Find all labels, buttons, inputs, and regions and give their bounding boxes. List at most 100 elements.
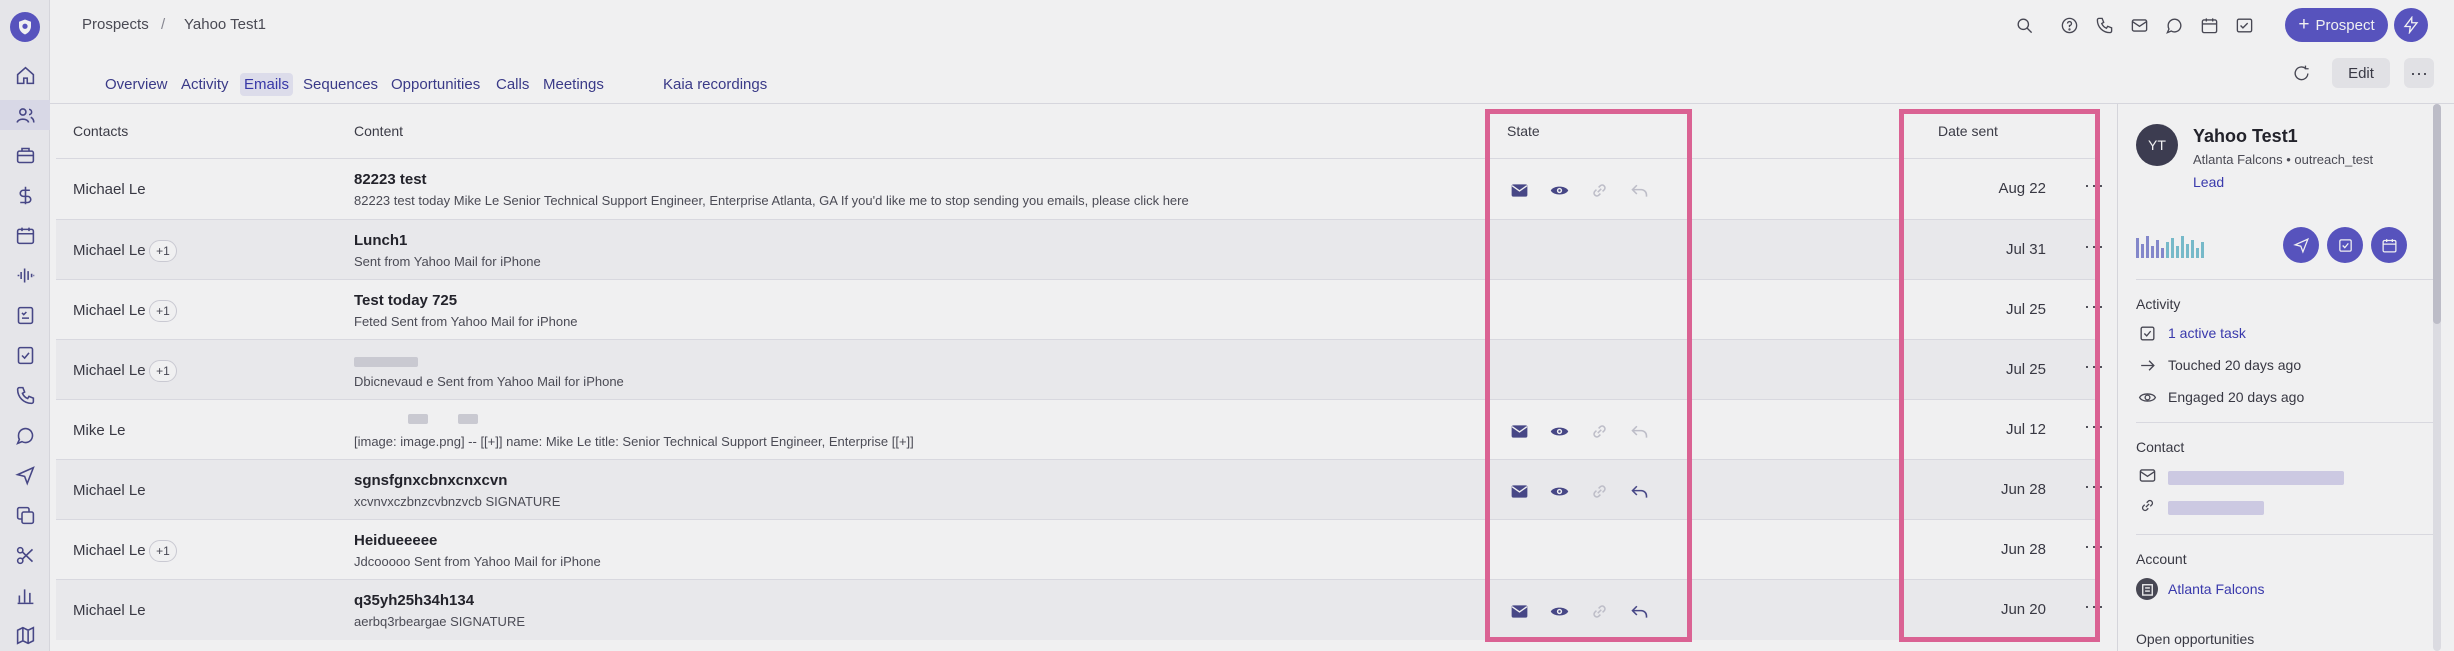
- prospect-side-panel: YT Yahoo Test1 Atlanta Falcons • outreac…: [2117, 104, 2454, 651]
- app-logo-icon[interactable]: [10, 12, 40, 42]
- row-snippet: Feted Sent from Yahoo Mail for iPhone: [354, 314, 578, 329]
- more-options-button[interactable]: ···: [2404, 58, 2434, 88]
- send-icon[interactable]: [12, 462, 38, 488]
- row-snippet: aerbq3rbeargae SIGNATURE: [354, 614, 526, 629]
- breadcrumb-prospects[interactable]: Prospects: [82, 16, 149, 33]
- section-divider: [2136, 279, 2436, 280]
- active-task-link[interactable]: 1 active task: [2168, 325, 2246, 341]
- add-prospect-button[interactable]: + Prospect: [2285, 8, 2388, 42]
- tab-opportunities[interactable]: Opportunities: [391, 76, 480, 93]
- chat-top-icon[interactable]: [2162, 13, 2186, 37]
- help-icon[interactable]: [2057, 13, 2081, 37]
- row-snippet: xcvnvxczbnzcvbnzvcb SIGNATURE: [354, 494, 561, 509]
- row-subject[interactable]: q35yh25h34h134: [354, 592, 474, 609]
- table-row[interactable]: Michael Le +1 Dbicnevaud e Sent from Yah…: [56, 340, 2104, 400]
- row-subject[interactable]: 82223 test: [354, 171, 427, 188]
- tasks-icon[interactable]: [12, 302, 38, 328]
- add-prospect-label: Prospect: [2315, 16, 2375, 34]
- row-subject[interactable]: sgnsfgnxcbnxcnxcvn: [354, 472, 507, 489]
- extra-contacts-badge[interactable]: +1: [149, 240, 177, 262]
- row-snippet: [image: image.png] -- [[+]] name: Mike L…: [354, 434, 914, 449]
- copy-icon[interactable]: [12, 502, 38, 528]
- dollar-icon[interactable]: [12, 182, 38, 208]
- home-icon[interactable]: [12, 62, 38, 88]
- column-header-contacts[interactable]: Contacts: [73, 123, 128, 139]
- left-nav-rail: [0, 0, 50, 651]
- avatar: YT: [2136, 124, 2178, 166]
- prospect-stage-link[interactable]: Lead: [2193, 174, 2224, 190]
- mail-top-icon[interactable]: [2127, 13, 2151, 37]
- row-contact[interactable]: Mike Le: [73, 422, 126, 439]
- row-contact[interactable]: Michael Le: [73, 542, 146, 559]
- row-subject[interactable]: Test today 725: [354, 292, 457, 309]
- row-contact[interactable]: Michael Le: [73, 362, 146, 379]
- inbox-check-icon[interactable]: [12, 342, 38, 368]
- send-icon: [2292, 237, 2309, 254]
- table-row[interactable]: Michael Le sgnsfgnxcbnxcnxcvn xcvnvxczbn…: [56, 460, 2104, 520]
- table-row[interactable]: Michael Le 82223 test 82223 test today M…: [56, 159, 2104, 219]
- redacted-email: [2168, 471, 2344, 485]
- engaged-text: Engaged 20 days ago: [2168, 389, 2305, 405]
- account-section-title: Account: [2136, 551, 2187, 567]
- extra-contacts-badge[interactable]: +1: [149, 300, 177, 322]
- waveform-icon[interactable]: [12, 262, 38, 288]
- table-row[interactable]: Michael Le q35yh25h34h134 aerbq3rbeargae…: [56, 580, 2104, 640]
- row-contact[interactable]: Michael Le: [73, 602, 146, 619]
- lightning-icon: [2403, 16, 2419, 34]
- send-email-button[interactable]: [2283, 227, 2319, 263]
- table-row[interactable]: Michael Le +1 Test today 725 Feted Sent …: [56, 280, 2104, 340]
- link-icon: [2136, 494, 2158, 516]
- edit-button[interactable]: Edit: [2332, 58, 2390, 88]
- date-column-highlight: [1899, 109, 2100, 642]
- tab-activity[interactable]: Activity: [181, 76, 229, 93]
- phone-top-icon[interactable]: [2092, 13, 2116, 37]
- tab-kaia-recordings[interactable]: Kaia recordings: [663, 76, 767, 93]
- task-icon: [2338, 238, 2352, 252]
- add-task-button[interactable]: [2327, 227, 2363, 263]
- row-snippet: 82223 test today Mike Le Senior Technica…: [354, 193, 1189, 208]
- chat-icon[interactable]: [12, 422, 38, 448]
- account-link[interactable]: Atlanta Falcons: [2168, 581, 2265, 597]
- plus-icon: +: [2298, 14, 2310, 35]
- scissors-icon[interactable]: [12, 542, 38, 568]
- extra-contacts-badge[interactable]: +1: [149, 540, 177, 562]
- tab-calls[interactable]: Calls: [496, 76, 529, 93]
- row-contact[interactable]: Michael Le: [73, 302, 146, 319]
- task-top-icon[interactable]: [2232, 13, 2256, 37]
- tab-sequences[interactable]: Sequences: [303, 76, 378, 93]
- phone-icon[interactable]: [12, 382, 38, 408]
- account-building-icon: [2136, 578, 2158, 600]
- prospect-subtitle: Atlanta Falcons • outreach_test: [2193, 152, 2374, 167]
- map-icon[interactable]: [12, 622, 38, 648]
- bar-chart-icon[interactable]: [12, 582, 38, 608]
- panel-scrollbar-thumb[interactable]: [2433, 104, 2441, 324]
- column-header-content[interactable]: Content: [354, 123, 403, 139]
- row-subject[interactable]: Lunch1: [354, 232, 407, 249]
- table-row[interactable]: Michael Le +1 Lunch1 Sent from Yahoo Mai…: [56, 220, 2104, 280]
- people-icon[interactable]: [12, 102, 38, 128]
- row-contact[interactable]: Michael Le: [73, 242, 146, 259]
- refresh-icon[interactable]: [2292, 64, 2316, 88]
- calendar-top-icon[interactable]: [2197, 13, 2221, 37]
- redacted-url: [2168, 501, 2264, 515]
- extra-contacts-badge[interactable]: +1: [149, 360, 177, 382]
- contact-section-title: Contact: [2136, 439, 2185, 455]
- tab-overview[interactable]: Overview: [105, 76, 168, 93]
- row-contact[interactable]: Michael Le: [73, 482, 146, 499]
- search-icon[interactable]: [2012, 13, 2036, 37]
- open-opportunities-title: Open opportunities: [2136, 631, 2255, 647]
- breadcrumb-current: Yahoo Test1: [184, 16, 267, 33]
- briefcase-icon[interactable]: [12, 142, 38, 168]
- calendar-icon[interactable]: [12, 222, 38, 248]
- lightning-button[interactable]: [2394, 8, 2428, 42]
- calendar-icon: [2381, 238, 2397, 253]
- schedule-meeting-button[interactable]: [2371, 227, 2407, 263]
- table-row[interactable]: Michael Le +1 Heidueeeee Jdcooooo Sent f…: [56, 520, 2104, 580]
- row-contact[interactable]: Michael Le: [73, 181, 146, 198]
- prospect-name: Yahoo Test1: [2193, 126, 2298, 146]
- tab-emails[interactable]: Emails: [240, 73, 294, 96]
- table-row[interactable]: Mike Le [image: image.png] -- [[+]] name…: [56, 400, 2104, 460]
- row-subject[interactable]: Heidueeeee: [354, 532, 437, 549]
- section-divider: [2136, 534, 2436, 535]
- tab-meetings[interactable]: Meetings: [543, 76, 604, 93]
